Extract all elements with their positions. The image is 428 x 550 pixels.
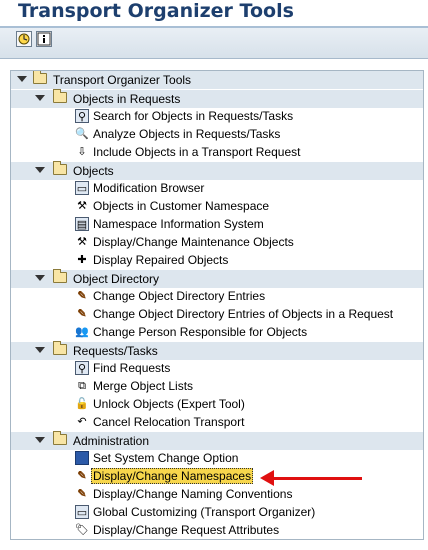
tree-item[interactable]: ✎ Change Object Directory Entries of Obj… bbox=[11, 305, 423, 323]
folder-icon bbox=[53, 269, 67, 283]
tree-item-label: Search for Objects in Requests/Tasks bbox=[93, 109, 294, 123]
binoculars-icon: ⚲ bbox=[75, 109, 89, 123]
title-bar: Transport Organizer Tools bbox=[0, 0, 428, 26]
collapse-triangle-icon[interactable] bbox=[35, 437, 45, 443]
cancel-icon: ↶ bbox=[77, 416, 87, 428]
tree-item-label: Display Repaired Objects bbox=[93, 253, 229, 267]
page-title: Transport Organizer Tools bbox=[18, 0, 294, 22]
collapse-triangle-icon[interactable] bbox=[35, 347, 45, 353]
collapse-triangle-icon[interactable] bbox=[35, 275, 45, 281]
tree-item[interactable]: ↶ Cancel Relocation Transport bbox=[11, 413, 423, 431]
tools-icon: ⚒ bbox=[77, 200, 87, 212]
annotation-arrow bbox=[270, 477, 362, 480]
tree-item-label: Include Objects in a Transport Request bbox=[93, 145, 301, 159]
tree-item-label: Display/Change Maintenance Objects bbox=[93, 235, 294, 249]
include-icon: ⇩ bbox=[77, 146, 87, 158]
tree-item-label: Global Customizing (Transport Organizer) bbox=[93, 505, 316, 519]
tree-root[interactable]: Transport Organizer Tools bbox=[11, 71, 423, 89]
system-icon bbox=[75, 451, 89, 465]
folder-open-icon bbox=[53, 431, 67, 445]
magnifier-icon: 🔍 bbox=[75, 128, 89, 140]
browser-icon: ▭ bbox=[75, 505, 89, 519]
navigation-tree: Transport Organizer Tools Objects in Req… bbox=[10, 70, 424, 540]
tree-item[interactable]: Set System Change Option bbox=[11, 449, 423, 467]
tree-item-label: Display/Change Namespaces bbox=[91, 468, 254, 484]
tree-item[interactable]: ▭ Global Customizing (Transport Organize… bbox=[11, 503, 423, 521]
tree-item-label: Merge Object Lists bbox=[93, 379, 194, 393]
tag-icon: 🏷 bbox=[75, 524, 89, 536]
tree-item-selected[interactable]: ✎ Display/Change Namespaces bbox=[11, 467, 423, 485]
tools-icon: ⚒ bbox=[77, 236, 87, 248]
collapse-triangle-icon[interactable] bbox=[35, 95, 45, 101]
tree-item[interactable]: ⧉ Merge Object Lists bbox=[11, 377, 423, 395]
tree-item-label: Find Requests bbox=[93, 361, 171, 375]
section-label: Objects in Requests bbox=[73, 92, 181, 106]
lock-icon: 🔓 bbox=[75, 398, 89, 410]
folder-icon bbox=[53, 89, 67, 103]
tree-item[interactable]: ✎ Change Object Directory Entries bbox=[11, 287, 423, 305]
tree-item-label: Namespace Information System bbox=[93, 217, 264, 231]
browser-icon: ▭ bbox=[75, 181, 89, 195]
tree-item[interactable]: ▤ Namespace Information System bbox=[11, 215, 423, 233]
tree-item[interactable]: ▭ Modification Browser bbox=[11, 179, 423, 197]
tree-item-label: Change Person Responsible for Objects bbox=[93, 325, 308, 339]
info-button[interactable] bbox=[36, 31, 52, 47]
tree-item-label: Cancel Relocation Transport bbox=[93, 415, 245, 429]
tree-item-label: Analyze Objects in Requests/Tasks bbox=[93, 127, 281, 141]
folder-icon bbox=[33, 71, 47, 84]
collapse-triangle-icon[interactable] bbox=[35, 167, 45, 173]
section-objects-in-requests[interactable]: Objects in Requests bbox=[11, 89, 423, 108]
tree-bottom-strip bbox=[11, 539, 423, 540]
tree-item[interactable]: ⇩ Include Objects in a Transport Request bbox=[11, 143, 423, 161]
people-icon: 👥 bbox=[75, 326, 89, 338]
info-system-icon: ▤ bbox=[75, 217, 89, 231]
collapse-triangle-icon[interactable] bbox=[17, 76, 27, 82]
tree-item[interactable]: 🔓 Unlock Objects (Expert Tool) bbox=[11, 395, 423, 413]
tree-item-label: Display/Change Request Attributes bbox=[93, 523, 280, 537]
tree-item-label: Display/Change Naming Conventions bbox=[93, 487, 293, 501]
pencil-icon: ✎ bbox=[77, 290, 87, 302]
folder-icon bbox=[53, 161, 67, 175]
merge-icon: ⧉ bbox=[78, 380, 86, 392]
execute-button[interactable] bbox=[16, 31, 32, 47]
section-administration[interactable]: Administration bbox=[11, 431, 423, 450]
binoculars-icon: ⚲ bbox=[75, 361, 89, 375]
annotation-arrow-head bbox=[260, 470, 274, 486]
tree-item[interactable]: 👥 Change Person Responsible for Objects bbox=[11, 323, 423, 341]
tree-item[interactable]: ✎ Display/Change Naming Conventions bbox=[11, 485, 423, 503]
section-requests-tasks[interactable]: Requests/Tasks bbox=[11, 341, 423, 360]
section-objects[interactable]: Objects bbox=[11, 161, 423, 180]
repaired-icon: ✚ bbox=[77, 254, 87, 266]
folder-icon bbox=[53, 341, 67, 355]
execute-icon bbox=[18, 33, 30, 45]
pencil-icon: ✎ bbox=[77, 470, 87, 482]
tree-item[interactable]: ⚲ Search for Objects in Requests/Tasks bbox=[11, 107, 423, 125]
tree-item-label: Modification Browser bbox=[93, 181, 205, 195]
info-icon bbox=[37, 32, 51, 46]
tree-item-label: Objects in Customer Namespace bbox=[93, 199, 270, 213]
tree-root-label: Transport Organizer Tools bbox=[53, 73, 192, 87]
tree-item[interactable]: 🔍 Analyze Objects in Requests/Tasks bbox=[11, 125, 423, 143]
tree-item-label: Change Object Directory Entries of Objec… bbox=[93, 307, 394, 321]
tree-item-label: Change Object Directory Entries bbox=[93, 289, 266, 303]
section-object-directory[interactable]: Object Directory bbox=[11, 269, 423, 288]
tree-item[interactable]: ⚒ Objects in Customer Namespace bbox=[11, 197, 423, 215]
tree-item[interactable]: ⚲ Find Requests bbox=[11, 359, 423, 377]
section-label: Administration bbox=[73, 434, 150, 448]
pencil-icon: ✎ bbox=[77, 488, 87, 500]
tree-item-label: Unlock Objects (Expert Tool) bbox=[93, 397, 245, 411]
tree-item[interactable]: 🏷 Display/Change Request Attributes bbox=[11, 521, 423, 539]
pencil-icon: ✎ bbox=[77, 308, 87, 320]
toolbar bbox=[0, 28, 428, 59]
section-label: Objects bbox=[73, 164, 114, 178]
tree-item[interactable]: ✚ Display Repaired Objects bbox=[11, 251, 423, 269]
tree-item-label: Set System Change Option bbox=[93, 451, 239, 465]
tree-item[interactable]: ⚒ Display/Change Maintenance Objects bbox=[11, 233, 423, 251]
section-label: Object Directory bbox=[73, 272, 160, 286]
section-label: Requests/Tasks bbox=[73, 344, 158, 358]
